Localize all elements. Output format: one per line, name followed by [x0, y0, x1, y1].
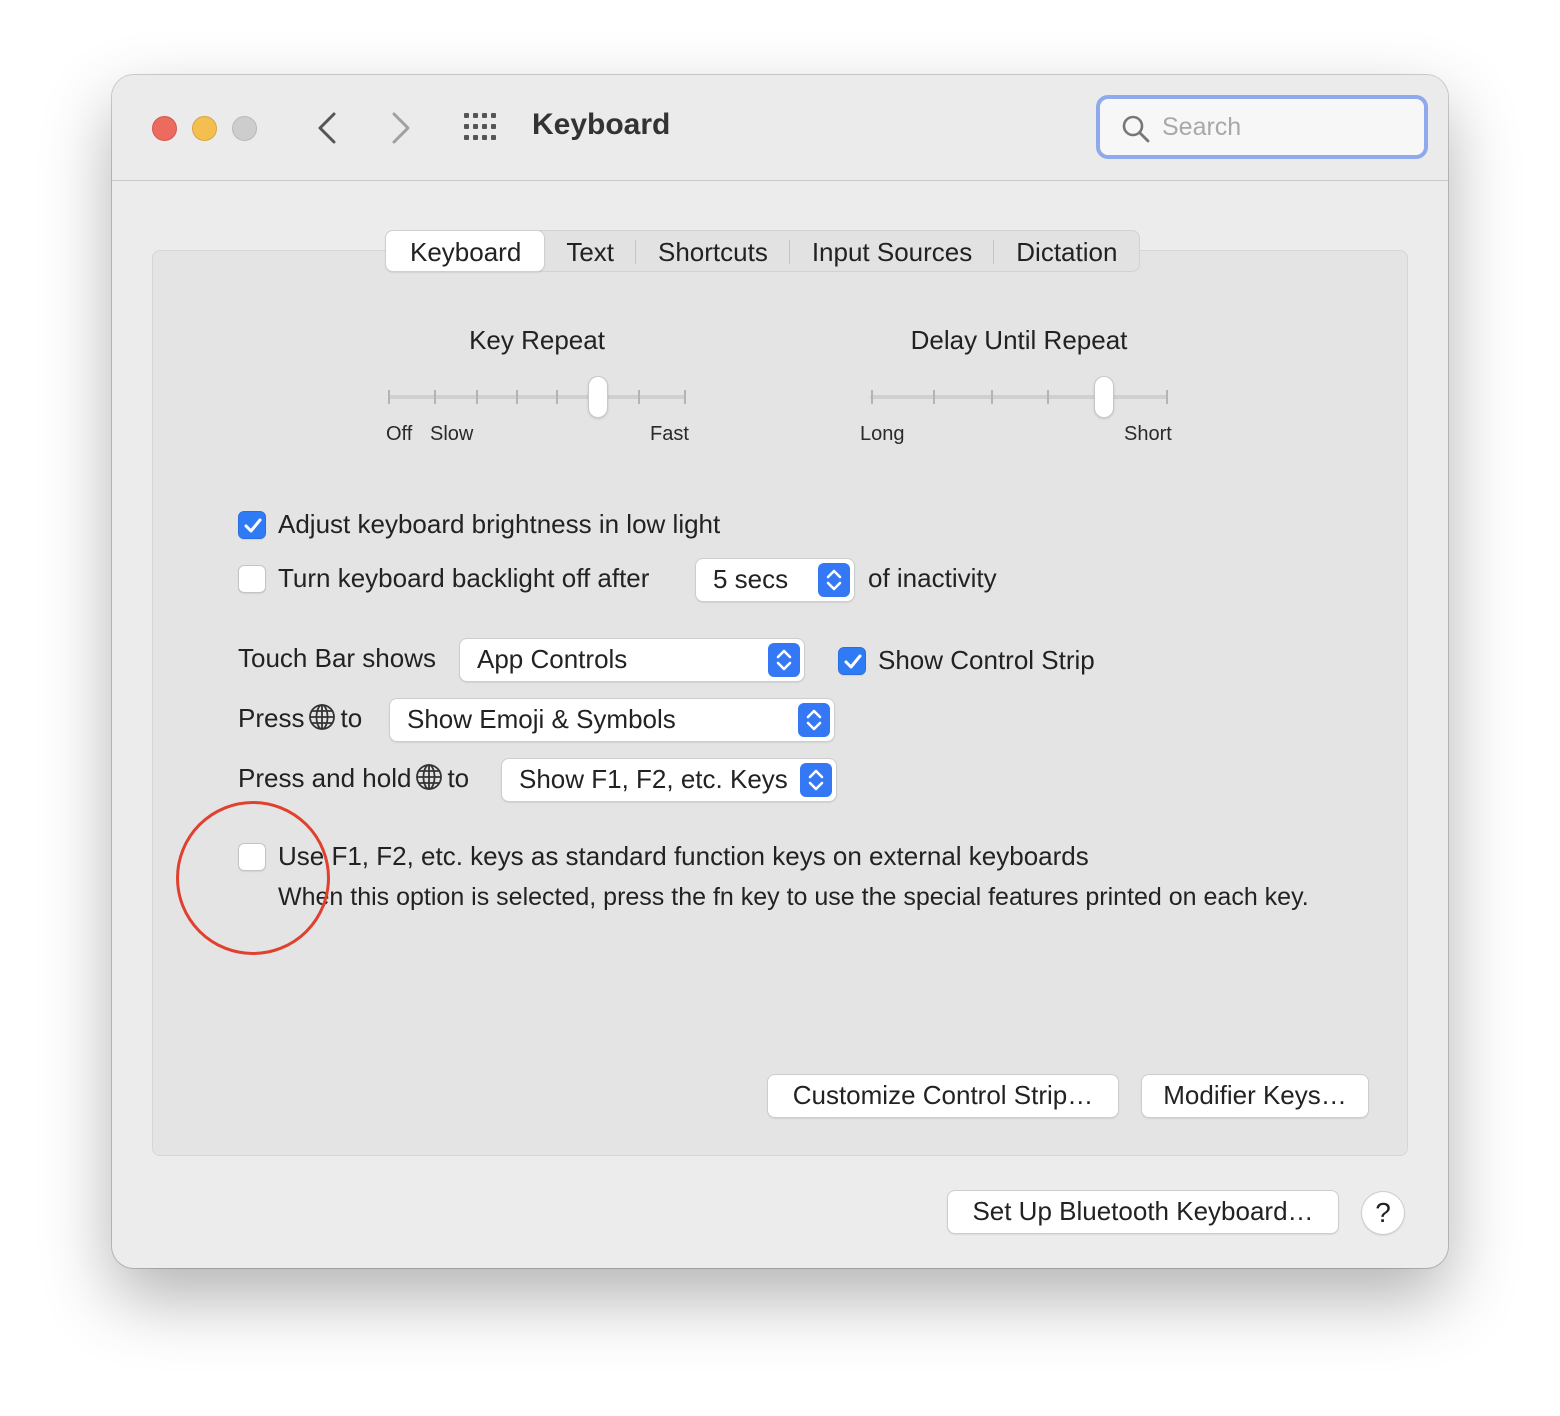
slider-tick	[556, 390, 558, 404]
delay-until-repeat-group: Delay Until Repeat Long Short	[858, 325, 1180, 455]
function-keys-description: When this option is selected, press the …	[278, 883, 1309, 911]
delay-short-label: Short	[1124, 423, 1172, 445]
slider-tick	[684, 390, 686, 404]
close-window-button[interactable]	[152, 116, 177, 141]
select-arrows-icon	[800, 763, 832, 797]
select-arrows-icon	[798, 703, 830, 737]
tab-shortcuts[interactable]: Shortcuts	[636, 231, 790, 271]
press-globe-value: Show Emoji & Symbols	[407, 704, 676, 734]
press-hold-globe-suffix: to	[447, 763, 470, 793]
preferences-window: Keyboard Keyboard Text Shortcuts Input S…	[112, 75, 1448, 1268]
delay-until-repeat-title: Delay Until Repeat	[910, 325, 1128, 355]
tab-label: Dictation	[1016, 237, 1118, 267]
key-repeat-slow-label: Slow	[430, 423, 474, 445]
title-bar: Keyboard	[112, 75, 1448, 181]
search-field[interactable]	[1096, 95, 1428, 159]
backlight-timeout-value: 5 secs	[713, 564, 789, 594]
annotation-circle	[176, 801, 330, 955]
select-arrows-icon	[818, 563, 850, 597]
touch-bar-select[interactable]: App Controls	[460, 639, 804, 681]
press-globe-suffix: to	[340, 703, 363, 733]
backlight-timeout-select[interactable]: 5 secs	[696, 559, 854, 601]
tab-bar: Keyboard Text Shortcuts Input Sources Di…	[385, 230, 1141, 272]
tab-label: Keyboard	[410, 237, 522, 267]
delay-until-repeat-knob[interactable]	[1095, 377, 1113, 417]
press-globe-select[interactable]: Show Emoji & Symbols	[390, 699, 834, 741]
slider-tick	[476, 390, 478, 404]
bluetooth-keyboard-button[interactable]: Set Up Bluetooth Keyboard…	[948, 1191, 1338, 1233]
function-keys-label: Use F1, F2, etc. keys as standard functi…	[278, 841, 1089, 871]
key-repeat-fast-label: Fast	[650, 423, 689, 445]
tab-label: Text	[566, 237, 614, 267]
slider-tick	[388, 390, 390, 404]
show-control-strip-label: Show Control Strip	[878, 645, 1095, 675]
show-all-button[interactable]	[462, 111, 502, 143]
backlight-off-checkbox[interactable]	[238, 565, 266, 593]
adjust-brightness-checkbox[interactable]	[238, 511, 266, 539]
grid-icon	[464, 113, 496, 140]
tab-label: Shortcuts	[658, 237, 768, 267]
tab-text[interactable]: Text	[544, 231, 636, 271]
checkmark-icon	[244, 518, 262, 533]
tab-input-sources[interactable]: Input Sources	[790, 231, 995, 271]
show-control-strip-checkbox[interactable]	[838, 647, 866, 675]
search-input[interactable]	[1162, 109, 1402, 145]
key-repeat-knob[interactable]	[589, 377, 607, 417]
slider-tick	[638, 390, 640, 404]
minimize-window-button[interactable]	[192, 116, 217, 141]
zoom-window-button[interactable]	[232, 116, 257, 141]
press-globe-label: Press to	[238, 703, 362, 734]
key-repeat-group: Key Repeat Off Slow Fast	[382, 325, 692, 455]
select-arrows-icon	[768, 643, 800, 677]
tab-label: Input Sources	[811, 237, 973, 267]
slider-tick	[991, 390, 993, 404]
press-hold-globe-value: Show F1, F2, etc. Keys	[519, 764, 788, 794]
help-button[interactable]: ?	[1362, 1192, 1404, 1234]
window-title: Keyboard	[532, 108, 671, 141]
press-hold-globe-prefix: Press and hold	[238, 763, 412, 793]
press-globe-prefix: Press	[238, 703, 305, 733]
key-repeat-off-label: Off	[386, 423, 413, 445]
tab-dictation[interactable]: Dictation	[994, 231, 1139, 271]
delay-until-repeat-slider[interactable]	[870, 395, 1168, 399]
slider-tick	[871, 390, 873, 404]
globe-icon	[416, 764, 443, 790]
slider-tick	[516, 390, 518, 404]
press-hold-globe-select[interactable]: Show F1, F2, etc. Keys	[502, 759, 836, 801]
forward-button[interactable]	[384, 109, 418, 147]
inactivity-suffix: of inactivity	[868, 563, 997, 593]
press-hold-globe-label: Press and hold to	[238, 763, 469, 794]
checkmark-icon	[844, 654, 862, 669]
backlight-off-label: Turn keyboard backlight off after	[278, 563, 650, 593]
chevron-left-icon	[318, 112, 336, 144]
key-repeat-slider[interactable]	[388, 395, 686, 399]
slider-tick	[1047, 390, 1049, 404]
slider-tick	[933, 390, 935, 404]
tab-keyboard[interactable]: Keyboard	[386, 231, 545, 271]
touch-bar-value: App Controls	[477, 644, 628, 674]
chevron-right-icon	[392, 112, 410, 144]
customize-control-strip-button[interactable]: Customize Control Strip…	[768, 1075, 1118, 1117]
back-button[interactable]	[310, 109, 344, 147]
slider-tick	[434, 390, 436, 404]
key-repeat-title: Key Repeat	[469, 325, 605, 355]
slider-tick	[1166, 390, 1168, 404]
delay-long-label: Long	[860, 423, 905, 445]
touch-bar-label: Touch Bar shows	[238, 643, 436, 673]
globe-icon	[309, 704, 336, 730]
adjust-brightness-label: Adjust keyboard brightness in low light	[278, 509, 721, 539]
search-icon	[1122, 115, 1150, 143]
modifier-keys-button[interactable]: Modifier Keys…	[1142, 1075, 1368, 1117]
